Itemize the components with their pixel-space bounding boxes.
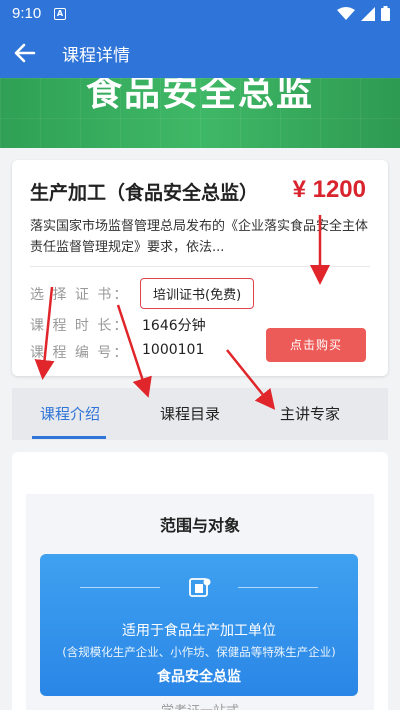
certificate-icon	[189, 578, 211, 597]
course-info-card: 生产加工（食品安全总监） ¥ 1200 落实国家市场监督管理总局发布的《企业落实…	[12, 160, 388, 376]
cert-select-button[interactable]: 培训证书(免费)	[140, 278, 255, 309]
page-title: 课程详情	[62, 46, 130, 66]
scope-line-right	[238, 587, 318, 588]
wifi-icon	[337, 6, 355, 20]
course-tabs: 课程介绍 课程目录 主讲专家	[12, 388, 388, 440]
system-icons	[337, 6, 390, 21]
banner-title: 食品安全总监	[85, 78, 314, 114]
tab-course-intro[interactable]: 课程介绍	[40, 403, 100, 424]
scope-card: 适用于食品生产加工单位 (含规模化生产企业、小作坊、保健品等特殊生产企业) 食品…	[40, 554, 358, 696]
course-price: ¥ 1200	[292, 176, 366, 203]
cert-label: 选 择 证 书：	[30, 287, 130, 303]
code-value: 1000101	[142, 342, 205, 358]
duration-value: 1646分钟	[142, 318, 206, 334]
duration-label: 课 程 时 长：	[30, 318, 130, 334]
tab-lecturers[interactable]: 主讲专家	[280, 403, 340, 424]
app-bar: 课程详情	[0, 28, 400, 78]
battery-icon	[381, 6, 390, 21]
course-description: 落实国家市场监督管理总局发布的《企业落实食品安全主体责任监督管理规定》要求，依法…	[30, 219, 369, 255]
signal-icon	[361, 6, 375, 21]
scope-line1: 适用于食品生产加工单位	[122, 623, 276, 639]
status-time: 9:10	[12, 5, 42, 22]
divider	[30, 266, 370, 267]
status-bar: 9:10 A	[0, 0, 400, 28]
notification-icon: A	[54, 8, 66, 20]
tab-course-catalog[interactable]: 课程目录	[160, 403, 220, 424]
buy-button[interactable]: 点击购买	[266, 328, 366, 362]
cut-off-text: 学考证一站式	[12, 700, 388, 710]
active-tab-indicator	[32, 436, 106, 439]
back-arrow-icon[interactable]	[12, 40, 38, 66]
scope-line2: (含规模化生产企业、小作坊、保健品等特殊生产企业)	[62, 645, 336, 659]
scope-line3: 食品安全总监	[157, 669, 241, 685]
course-title: 生产加工（食品安全总监）	[30, 182, 259, 204]
scope-line-left	[80, 587, 160, 588]
course-banner: 食品安全总监	[0, 78, 400, 148]
section-title: 范围与对象	[159, 516, 240, 535]
code-label: 课 程 编 号：	[30, 345, 130, 361]
course-intro-content: 范围与对象 适用于食品生产加工单位 (含规模化生产企业、小作坊、保健品等特殊生产…	[12, 452, 388, 710]
